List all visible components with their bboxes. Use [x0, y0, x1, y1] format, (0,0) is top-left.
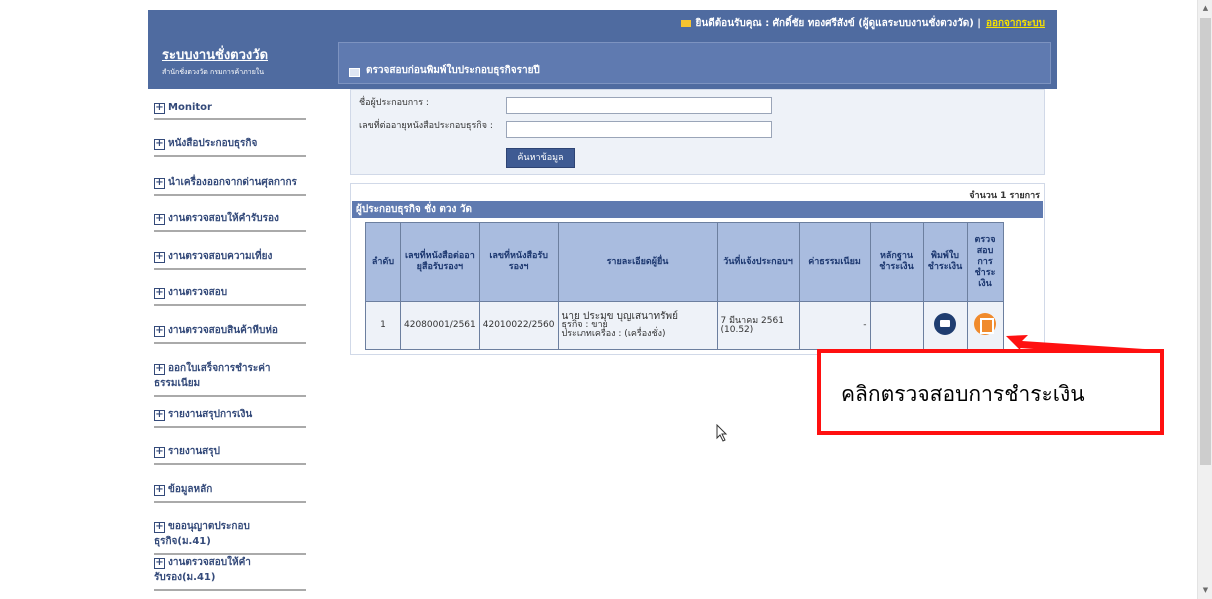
- cell-print: [922, 301, 968, 350]
- license-number-input[interactable]: [506, 121, 772, 138]
- license-label: เลขที่ต่ออายุหนังสือประกอบธุรกิจ :: [359, 121, 493, 131]
- cell-no: 1: [365, 301, 401, 350]
- col-renew-no: เลขที่หนังสือต่ออายุสือรับรองฯ: [400, 222, 480, 302]
- expand-icon[interactable]: +: [154, 288, 165, 299]
- system-subtitle: สำนักชั่งตวงวัด กรมการค้าภายใน: [162, 68, 264, 76]
- search-button[interactable]: ค้นหาข้อมูล: [506, 148, 575, 168]
- cell-date: 7 มีนาคม 2561 (10.52): [716, 301, 800, 350]
- mouse-cursor-icon: [716, 424, 728, 442]
- expand-icon[interactable]: +: [154, 485, 165, 496]
- expand-icon[interactable]: +: [154, 214, 165, 225]
- printer-icon[interactable]: [934, 313, 956, 335]
- cell-applicant: นาย ประมุข บุญเสนาทรัพย์ ธุรกิจ : ขาย ปร…: [557, 301, 718, 350]
- sidebar-item-label: รายงานสรุปการเงิน: [168, 409, 253, 420]
- scrollbar-thumb[interactable]: [1200, 18, 1211, 465]
- page-title: ตรวจสอบก่อนพิมพ์ใบประกอบธุรกิจรายปี: [366, 64, 540, 76]
- sidebar: + Monitor + หนังสือประกอบธุรกิจ + นำเครื่อง…: [148, 89, 338, 599]
- annotation-callout: คลิกตรวจสอบการชำระเงิน: [817, 349, 1164, 435]
- cell-check-payment: [966, 301, 1004, 350]
- name-label: ชื่อผู้ประกอบการ :: [359, 98, 429, 108]
- results-title: ผู้ประกอบธุรกิจ ชั่ง ตวง วัด: [352, 201, 1043, 218]
- sidebar-item-master-data[interactable]: + ข้อมูลหลัก: [154, 482, 306, 503]
- logout-link[interactable]: ออกจากระบบ: [986, 16, 1045, 31]
- sidebar-item-certification-m41[interactable]: + งานตรวจสอบให้คำรับรอง(ม.41): [154, 555, 306, 591]
- welcome-text: ยินดีต้อนรับคุณ : ศักดิ์ชัย ทองศรีสังข์ …: [695, 18, 981, 29]
- sidebar-item-label: ขออนุญาตประกอบธุรกิจ(ม.41): [154, 521, 250, 547]
- right-margin: [1057, 0, 1197, 599]
- scroll-down-icon[interactable]: ▼: [1198, 582, 1212, 599]
- sidebar-item-accuracy[interactable]: + งานตรวจสอบความเที่ยง: [154, 249, 306, 270]
- mail-icon[interactable]: [680, 20, 691, 27]
- sidebar-item-receipts[interactable]: + ออกใบเสร็จการชำระค่าธรรมเนียม: [154, 361, 306, 397]
- sidebar-item-label: งานตรวจสอบให้คำรับรอง: [168, 213, 279, 224]
- col-print: พิมพ์ใบชำระเงิน: [922, 222, 968, 302]
- system-title[interactable]: ระบบงานชั่งตวงวัด: [162, 44, 268, 65]
- top-banner: ยินดีต้อนรับคุณ : ศักดิ์ชัย ทองศรีสังข์ …: [148, 10, 1057, 89]
- expand-icon[interactable]: +: [154, 103, 165, 114]
- col-date: วันที่แจ้งประกอบฯ: [716, 222, 800, 302]
- expand-icon[interactable]: +: [154, 447, 165, 458]
- page: ยินดีต้อนรับคุณ : ศักดิ์ชัย ทองศรีสังข์ …: [0, 0, 1197, 599]
- cell-renew-no: 42080001/2561: [400, 301, 480, 350]
- cell-cert-no: 42010022/2560: [478, 301, 559, 350]
- page-header: ตรวจสอบก่อนพิมพ์ใบประกอบธุรกิจรายปี: [338, 42, 1051, 84]
- col-cert-no: เลขที่หนังสือรับรองฯ: [478, 222, 559, 302]
- expand-icon[interactable]: +: [154, 326, 165, 337]
- sidebar-item-monitor[interactable]: + Monitor: [154, 100, 306, 120]
- vertical-scrollbar[interactable]: ▲ ▼: [1197, 0, 1212, 599]
- sidebar-item-label: รายงานสรุป: [168, 446, 221, 457]
- col-fee: ค่าธรรมเนียม: [798, 222, 871, 302]
- col-check: ตรวจสอบการชำระเงิน: [966, 222, 1004, 302]
- sidebar-item-summary-report[interactable]: + รายงานสรุป: [154, 444, 306, 465]
- results-panel: จำนวน 1 รายการ ผู้ประกอบธุรกิจ ชั่ง ตวง …: [350, 183, 1045, 355]
- sidebar-item-label: งานตรวจสอบความเที่ยง: [168, 251, 273, 262]
- sidebar-item-label: ออกใบเสร็จการชำระค่าธรรมเนียม: [154, 363, 271, 389]
- sidebar-item-inspection[interactable]: + งานตรวจสอบ: [154, 285, 306, 306]
- search-form: ชื่อผู้ประกอบการ : เลขที่ต่ออายุหนังสือป…: [350, 89, 1045, 175]
- expand-icon[interactable]: +: [154, 178, 165, 189]
- table-header-row: ลำดับ เลขที่หนังสือต่ออายุสือรับรองฯ เลข…: [365, 222, 1004, 302]
- brand[interactable]: ระบบงานชั่งตวงวัด สำนักชั่งตวงวัด กรมการ…: [162, 44, 268, 78]
- col-applicant: รายละเอียดผู้ยื่น: [557, 222, 718, 302]
- operator-name-input[interactable]: [506, 97, 772, 114]
- sidebar-item-label: หนังสือประกอบธุรกิจ: [168, 138, 258, 149]
- printer-icon: [349, 67, 360, 77]
- sidebar-item-label: งานตรวจสอบ: [168, 287, 228, 298]
- sidebar-item-business-license[interactable]: + หนังสือประกอบธุรกิจ: [154, 136, 306, 157]
- sidebar-item-packaged-goods[interactable]: + งานตรวจสอบสินค้าหีบห่อ: [154, 323, 306, 344]
- col-no: ลำดับ: [365, 222, 401, 302]
- expand-icon[interactable]: +: [154, 522, 165, 533]
- cell-evidence: [869, 301, 924, 350]
- sidebar-item-certification[interactable]: + งานตรวจสอบให้คำรับรอง: [154, 211, 306, 232]
- payment-check-icon[interactable]: [974, 313, 996, 335]
- sidebar-item-customs[interactable]: + นำเครื่องออกจากด่านศุลกากร: [154, 175, 306, 196]
- expand-icon[interactable]: +: [154, 410, 165, 421]
- sidebar-item-label: งานตรวจสอบให้คำรับรอง(ม.41): [154, 557, 251, 583]
- sidebar-item-finance-report[interactable]: + รายงานสรุปการเงิน: [154, 407, 306, 428]
- col-evidence: หลักฐานชำระเงิน: [869, 222, 924, 302]
- expand-icon[interactable]: +: [154, 364, 165, 375]
- expand-icon[interactable]: +: [154, 139, 165, 150]
- applicant-device-type: ประเภทเครื่อง : (เครื่องชั่ง): [561, 329, 666, 339]
- table-row: 1 42080001/2561 42010022/2560 นาย ประมุข…: [365, 301, 1004, 350]
- welcome-bar: ยินดีต้อนรับคุณ : ศักดิ์ชัย ทองศรีสังข์ …: [680, 16, 1045, 31]
- left-margin: [0, 0, 148, 599]
- sidebar-item-label: นำเครื่องออกจากด่านศุลกากร: [168, 177, 297, 188]
- sidebar-item-permit-m41[interactable]: + ขออนุญาตประกอบธุรกิจ(ม.41): [154, 519, 306, 555]
- sidebar-item-label: Monitor: [168, 102, 212, 113]
- result-count: จำนวน 1 รายการ: [969, 191, 1040, 201]
- expand-icon[interactable]: +: [154, 252, 165, 263]
- expand-icon[interactable]: +: [154, 558, 165, 569]
- scroll-up-icon[interactable]: ▲: [1198, 0, 1212, 17]
- cell-fee: -: [798, 301, 871, 350]
- sidebar-item-label: ข้อมูลหลัก: [168, 484, 213, 495]
- results-table: ลำดับ เลขที่หนังสือต่ออายุสือรับรองฯ เลข…: [365, 222, 1004, 350]
- sidebar-item-label: งานตรวจสอบสินค้าหีบห่อ: [168, 325, 278, 336]
